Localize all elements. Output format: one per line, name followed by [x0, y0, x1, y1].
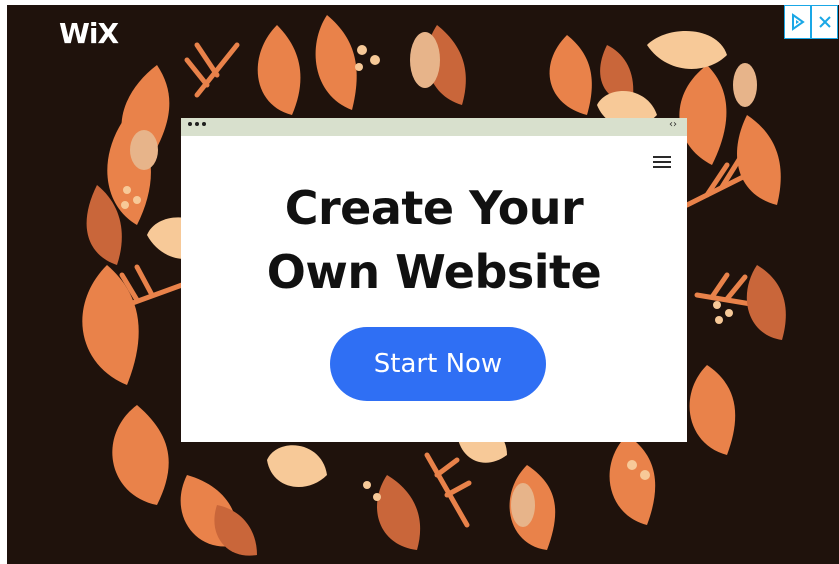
ad-banner[interactable]: WiX ‹› Create Your Own Website Start Now	[7, 5, 839, 564]
adchoices-play-icon[interactable]	[784, 5, 811, 39]
browser-title-bar: ‹›	[181, 118, 687, 136]
hamburger-menu-icon	[653, 156, 671, 168]
start-now-button[interactable]: Start Now	[330, 327, 546, 401]
close-x-icon[interactable]	[811, 5, 838, 39]
window-dots-icon	[188, 122, 206, 126]
headline-line-2: Own Website	[266, 245, 602, 299]
browser-window-mockup: ‹› Create Your Own Website Start Now	[181, 118, 687, 442]
wix-logo: WiX	[59, 17, 119, 50]
adchoices-badge[interactable]	[784, 5, 839, 39]
ad-headline: Create Your Own Website	[181, 176, 687, 304]
headline-line-1: Create Your	[284, 181, 584, 235]
nav-arrows-icon: ‹›	[669, 119, 677, 130]
